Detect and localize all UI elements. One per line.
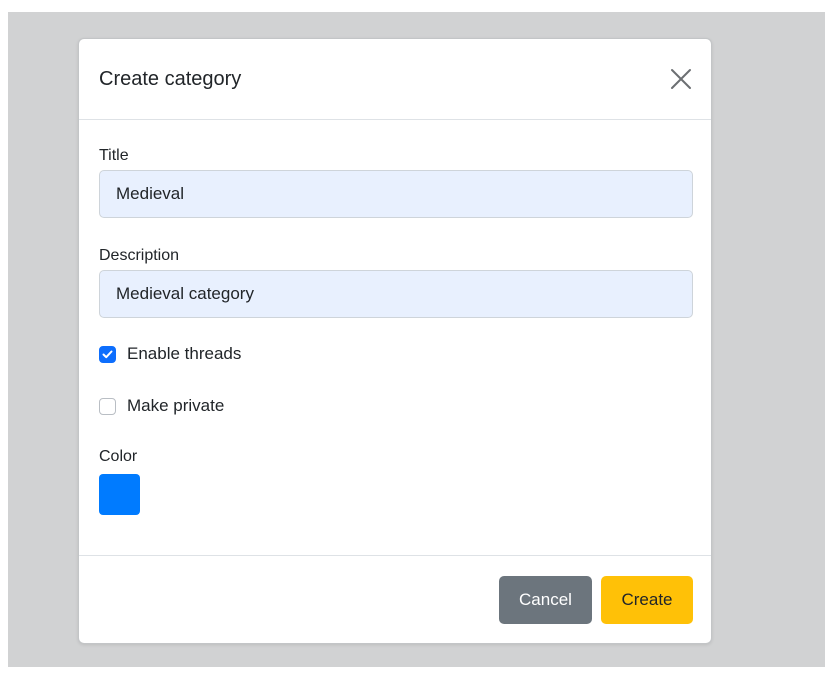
enable-threads-label: Enable threads (127, 344, 242, 363)
modal-header: Create category (79, 39, 711, 120)
modal-footer-divider (79, 555, 711, 556)
title-label: Title (99, 147, 129, 164)
description-label: Description (99, 247, 180, 264)
make-private-option[interactable]: Make private (99, 396, 224, 416)
color-label: Color (99, 448, 138, 465)
create-category-dialog: Create category Title Description Enable… (78, 38, 712, 644)
description-input[interactable] (99, 270, 693, 318)
close-button[interactable] (667, 65, 695, 93)
checkmark-icon (102, 350, 113, 358)
color-picker-swatch[interactable] (99, 474, 140, 515)
create-button[interactable]: Create (601, 576, 693, 624)
close-icon (671, 69, 691, 89)
cancel-button[interactable]: Cancel (499, 576, 592, 624)
title-input[interactable] (99, 170, 693, 218)
make-private-label: Make private (127, 396, 225, 415)
make-private-checkbox[interactable] (99, 397, 116, 415)
modal-title: Create category (99, 68, 242, 90)
enable-threads-checkbox[interactable] (99, 345, 116, 363)
enable-threads-option[interactable]: Enable threads (99, 344, 241, 364)
